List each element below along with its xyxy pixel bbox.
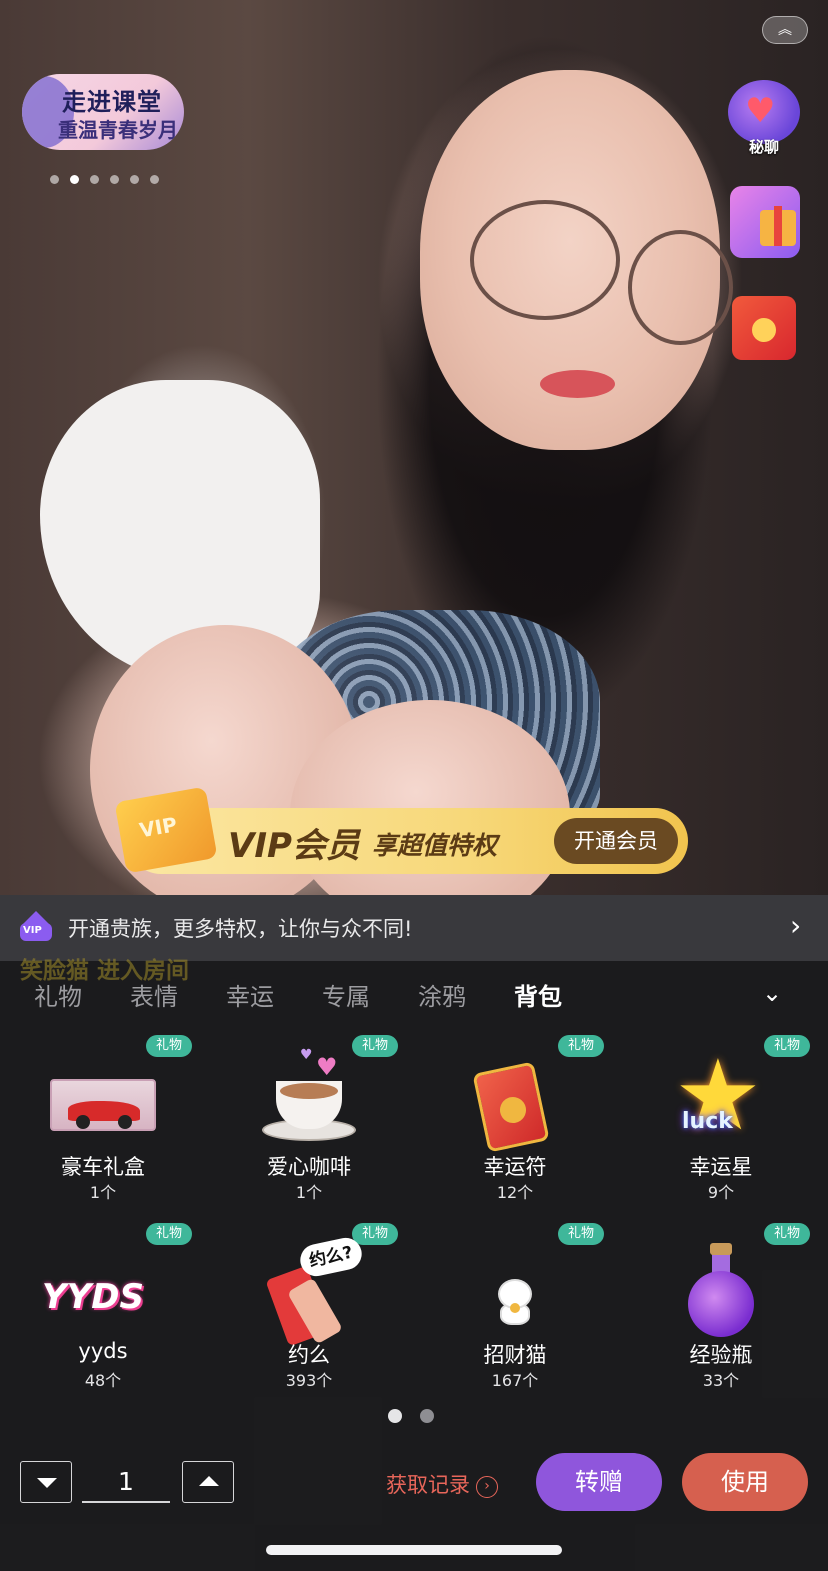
vip-ticket-icon: VIP [114, 786, 218, 874]
gift-item-yueme[interactable]: 礼物 约么? 约么 393个 [206, 1223, 412, 1403]
transfer-button[interactable]: 转赠 [536, 1453, 662, 1511]
tab-lucky[interactable]: 幸运 [226, 977, 274, 1012]
gift-item-luxury-car[interactable]: 礼物 豪车礼盒 1个 [0, 1035, 206, 1215]
page-dot-active[interactable] [388, 1409, 402, 1423]
gift-name: yyds [78, 1339, 128, 1363]
activity-banner[interactable]: 走进课堂 重温青春岁月 [22, 74, 184, 150]
gift-item-lucky-star[interactable]: 礼物 ★ luck 幸运星 9个 [618, 1035, 824, 1215]
banner-carousel-dots [50, 175, 159, 184]
gift-count: 33个 [702, 1371, 740, 1390]
gift-panel: VIP 开通贵族，更多特权，让你与众不同! › 笑脸猫 进入房间 礼物 表情 幸… [0, 895, 828, 1571]
carousel-dot [50, 175, 59, 184]
gift-item-exp-bottle[interactable]: 礼物 经验瓶 33个 [618, 1223, 824, 1403]
heart-chat-icon: ♥ [728, 80, 800, 144]
gift-count: 393个 [285, 1371, 333, 1390]
gift-count: 1个 [89, 1183, 117, 1202]
gift-name: 约么 [288, 1343, 330, 1367]
gift-count: 167个 [491, 1371, 539, 1390]
tab-gifts[interactable]: 礼物 [34, 977, 82, 1012]
gift-count: 48个 [84, 1371, 122, 1390]
red-packet-button[interactable] [732, 296, 796, 360]
secret-chat-button[interactable]: ♥ 秘聊 [728, 80, 800, 164]
video-figure-part [470, 200, 620, 320]
open-membership-button[interactable]: 开通会员 [554, 818, 678, 864]
chevron-up-double-icon: ︽ [778, 22, 792, 38]
yyds-icon: YYDS [42, 1277, 144, 1317]
gift-box-button[interactable] [730, 186, 800, 258]
gift-name: 招财猫 [483, 1343, 547, 1367]
gift-page-dots [388, 1409, 434, 1423]
chevron-right-icon[interactable]: › [790, 909, 801, 942]
home-indicator[interactable] [266, 1545, 562, 1555]
lucky-charm-icon [462, 1053, 568, 1153]
activity-banner-subtitle: 重温青春岁月 [58, 118, 178, 142]
carousel-dot [110, 175, 119, 184]
triangle-down-icon [37, 1478, 57, 1488]
vip-banner-title: VIP会员 [228, 826, 360, 866]
chevron-down-icon[interactable]: ⌄ [762, 979, 782, 1007]
carousel-dot [90, 175, 99, 184]
tab-doodle[interactable]: 涂鸦 [418, 977, 466, 1012]
triangle-up-icon [199, 1476, 219, 1486]
collapse-button[interactable]: ︽ [762, 16, 808, 44]
video-figure-part [628, 230, 733, 345]
gift-name: 幸运符 [483, 1155, 547, 1179]
gift-count: 1个 [295, 1183, 323, 1202]
vip-banner-subtitle: 享超值特权 [372, 831, 498, 860]
lucky-star-icon: ★ luck [674, 1039, 762, 1153]
lucky-cat-icon [462, 1241, 568, 1337]
carousel-dot [130, 175, 139, 184]
get-record-link[interactable]: 获取记录 › [386, 1469, 498, 1499]
gift-item-lucky-cat[interactable]: 礼物 招财猫 167个 [412, 1223, 618, 1403]
gift-ribbon [774, 206, 782, 246]
quantity-increase-button[interactable] [182, 1461, 234, 1503]
crown-icon: VIP [18, 911, 54, 943]
condom-card-icon: 约么? [256, 1234, 365, 1347]
carousel-dot [150, 175, 159, 184]
luxury-car-icon [50, 1053, 156, 1149]
gift-name: 爱心咖啡 [267, 1155, 351, 1179]
coffee-cup-icon: ♥ ♥ [256, 1047, 362, 1149]
gift-name: 豪车礼盒 [61, 1155, 145, 1179]
activity-banner-title: 走进课堂 [62, 87, 162, 116]
tab-emotes[interactable]: 表情 [130, 977, 178, 1012]
tab-backpack[interactable]: 背包 [514, 977, 562, 1012]
gift-count: 9个 [707, 1183, 735, 1202]
gift-item-yyds[interactable]: 礼物 YYDS yyds 48个 [0, 1223, 206, 1403]
gift-count: 12个 [496, 1183, 534, 1202]
gift-name: 经验瓶 [689, 1343, 753, 1367]
video-figure-part [540, 370, 615, 398]
chevron-right-circle-icon: › [476, 1476, 498, 1498]
quantity-input[interactable]: 1 [82, 1463, 170, 1503]
page-dot[interactable] [420, 1409, 434, 1423]
gift-tabs: 礼物 表情 幸运 专属 涂鸦 背包 ⌄ [0, 977, 828, 1013]
secret-chat-label: 秘聊 [748, 138, 779, 156]
get-record-label: 获取记录 [386, 1473, 470, 1497]
noble-promo-text: 开通贵族，更多特权，让你与众不同! [68, 917, 413, 941]
vip-membership-banner[interactable]: VIP VIP会员 享超值特权 开通会员 [114, 786, 688, 874]
gift-item-love-coffee[interactable]: 礼物 ♥ ♥ 爱心咖啡 1个 [206, 1035, 412, 1215]
potion-bottle-icon [668, 1241, 774, 1337]
gift-name: 幸运星 [689, 1155, 753, 1179]
carousel-dot-active [70, 175, 79, 184]
use-button[interactable]: 使用 [682, 1453, 808, 1511]
gift-item-lucky-charm[interactable]: 礼物 幸运符 12个 [412, 1035, 618, 1215]
quantity-decrease-button[interactable] [20, 1461, 72, 1503]
tab-exclusive[interactable]: 专属 [322, 977, 370, 1012]
red-packet-icon [752, 318, 776, 342]
